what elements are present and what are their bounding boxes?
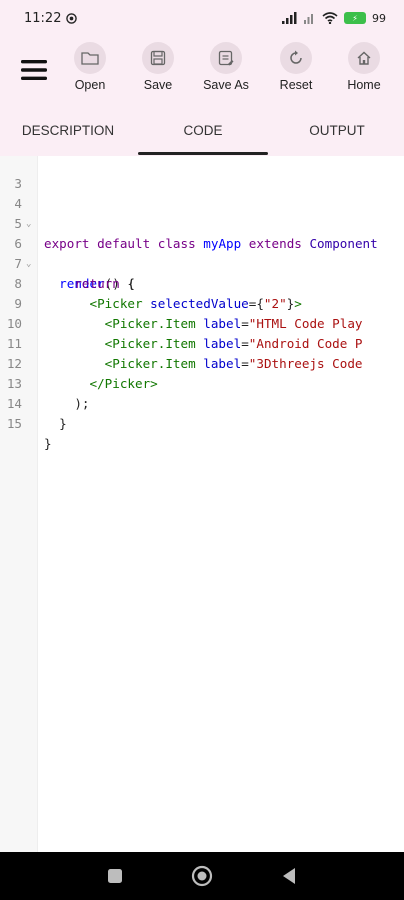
open-folder-icon [74, 42, 106, 74]
code-line: 6 ⌄ render() { [0, 214, 404, 291]
save-as-button[interactable]: Save As [198, 36, 254, 104]
notification-icon [66, 12, 78, 24]
reset-refresh-icon [280, 42, 312, 74]
home-nav-icon[interactable] [191, 865, 213, 887]
open-button[interactable]: Open [68, 36, 112, 104]
code-line: 13 ); [0, 354, 404, 411]
save-disk-icon [142, 42, 174, 74]
tab-output[interactable]: OUTPUT [270, 104, 404, 156]
save-button[interactable]: Save [136, 36, 180, 104]
code-line: 3 [14, 176, 22, 191]
signal-icon-2 [304, 14, 313, 24]
code-line: 5 [14, 216, 22, 231]
code-text: } [59, 416, 67, 431]
save-as-icon [210, 42, 242, 74]
battery-level: 99 [372, 11, 386, 25]
status-bar: 11:22 ⚡ 99 [0, 0, 404, 36]
toolbar: Open Save Save As Reset Home [0, 36, 404, 104]
code-line: 4 ⌄ export default class myApp extends C… [0, 174, 404, 251]
code-editor[interactable]: 3 4 ⌄ export default class myApp extends… [0, 156, 404, 852]
battery-icon: ⚡ [344, 12, 366, 24]
tab-bar: DESCRIPTION CODE OUTPUT [0, 104, 404, 156]
menu-button[interactable] [0, 36, 68, 104]
home-button[interactable]: Home [342, 36, 386, 104]
code-line: 14 } [0, 374, 404, 431]
reset-button[interactable]: Reset [274, 36, 318, 104]
code-line: 12 </Picker> [0, 334, 404, 391]
hamburger-menu-icon [21, 60, 47, 80]
code-line: 8 <Picker selectedValue={"2"}> [0, 254, 404, 311]
tab-description[interactable]: DESCRIPTION [0, 104, 136, 156]
code-line: 7 return ( [0, 234, 404, 291]
code-line: 10 <Picker.Item label="Android Code P [0, 294, 404, 351]
back-nav-icon[interactable] [281, 867, 297, 885]
signal-icon [282, 12, 297, 24]
tab-code[interactable]: CODE [136, 104, 270, 156]
system-nav-bar [0, 852, 404, 900]
status-time: 11:22 [24, 10, 62, 26]
code-line: 9 <Picker.Item label="HTML Code Play [0, 274, 404, 331]
code-text: } [44, 436, 52, 451]
home-icon [348, 42, 380, 74]
recent-apps-icon[interactable] [107, 868, 123, 884]
code-line: 15 } [0, 394, 404, 451]
wifi-icon [322, 12, 338, 24]
code-line: 11 <Picker.Item label="3Dthreejs Code [0, 314, 404, 371]
